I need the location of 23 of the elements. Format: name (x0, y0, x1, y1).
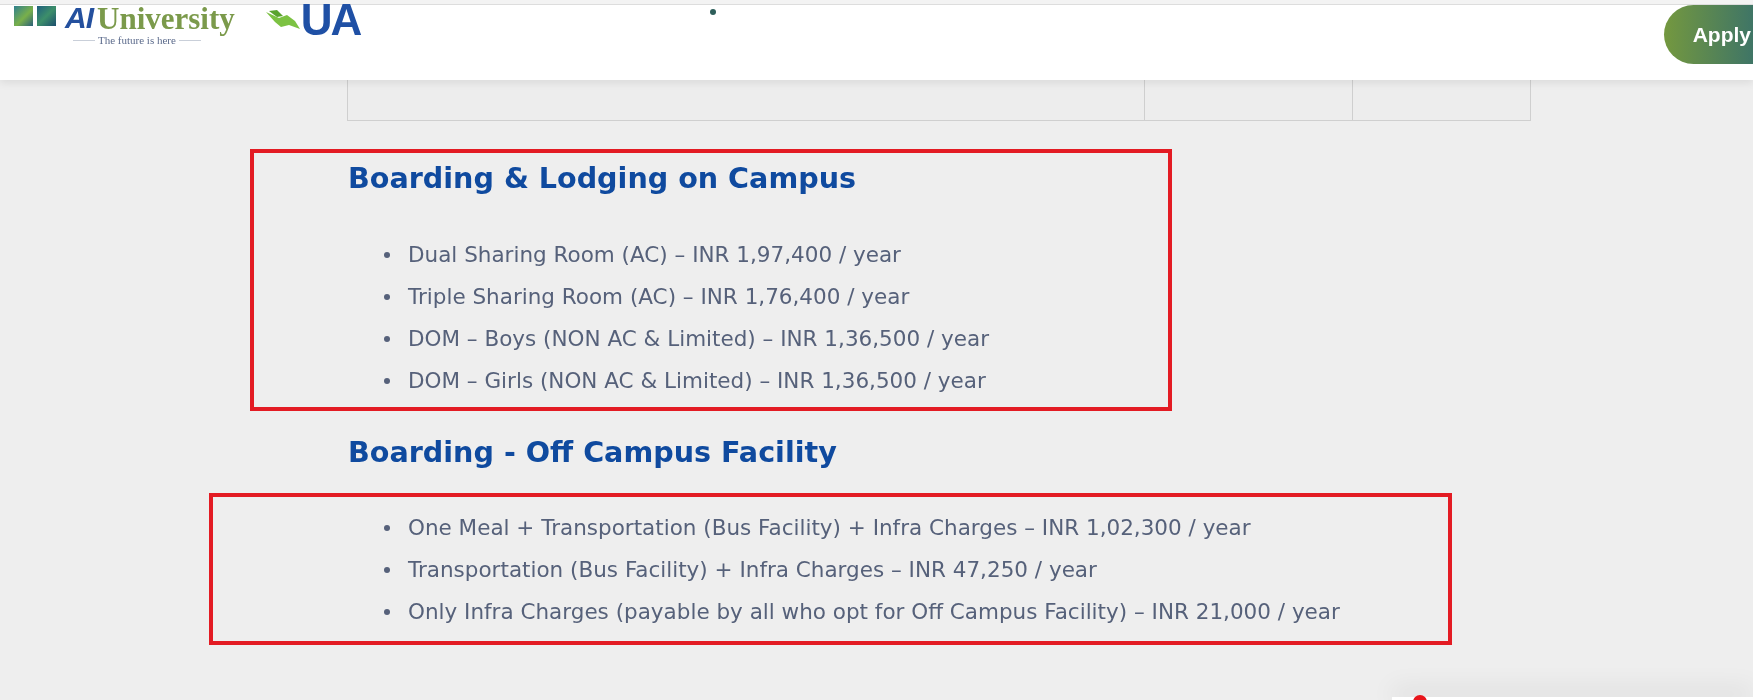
list-item: One Meal + Transportation (Bus Facility) + Infra Charges – INR 1,02,300 / year (408, 514, 1251, 542)
list-item: Only Infra Charges (payable by all who opt for Off Campus Facility) – INR 21,000 / year (408, 598, 1340, 626)
section-heading: Boarding & Lodging on Campus (348, 160, 857, 196)
logo-tagline: The future is here (98, 34, 176, 47)
list-item: DOM – Boys (NON AC & Limited) – INR 1,36,500 / year (408, 325, 989, 353)
bullet-icon (384, 336, 390, 342)
bullet-icon (384, 525, 390, 531)
section-heading: Boarding - Off Campus Facility (348, 434, 837, 470)
partner-logo-text: UA (300, 0, 361, 40)
bullet-icon (384, 252, 390, 258)
dot-icon (710, 9, 717, 15)
list-item: Triple Sharing Room (AC) – INR 1,76,400 / year (408, 283, 910, 311)
bullet-icon (384, 294, 390, 300)
bullet-icon (384, 378, 390, 384)
list-item: Transportation (Bus Facility) + Infra Charges – INR 47,250 / year (408, 556, 1097, 584)
logo-mark: AI (65, 5, 93, 31)
bullet-icon (384, 567, 390, 573)
list-item: Dual Sharing Room (AC) – INR 1,97,400 / year (408, 241, 901, 269)
list-item: DOM – Girls (NON AC & Limited) – INR 1,36,500 / year (408, 367, 986, 395)
bullet-icon (384, 609, 390, 615)
apply-button[interactable]: Apply (1663, 5, 1753, 64)
map-tile-icon (14, 6, 33, 26)
map-tile-icon (37, 6, 56, 26)
